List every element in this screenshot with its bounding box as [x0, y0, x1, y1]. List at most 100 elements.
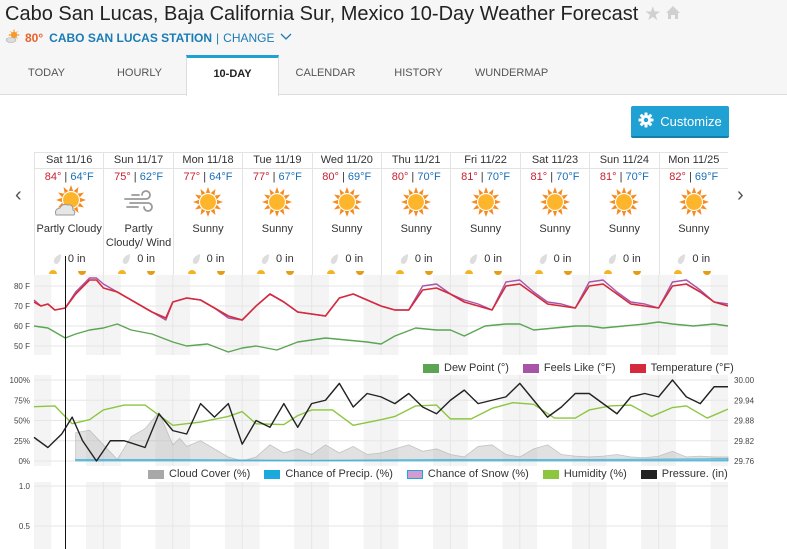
sunrise-sunset-icons — [465, 270, 503, 275]
day-column[interactable]: Fri 11/22 81° | 70°F Sunny 0 in — [450, 153, 520, 276]
day-column[interactable]: Sun 11/17 75° | 62°F Partly Cloudy/ Wind… — [103, 153, 173, 276]
raindrop-icon — [123, 253, 131, 264]
day-column[interactable]: Sat 11/16 84° | 64°F Partly Cloudy 0 in — [34, 153, 104, 276]
day-column[interactable]: Mon 11/18 77° | 64°F Sunny 0 in — [172, 153, 243, 276]
precip-value: 0 in — [137, 253, 155, 265]
sunrise-sunset — [313, 267, 381, 275]
day-column[interactable]: Thu 11/21 80° | 70°F Sunny 0 in — [381, 153, 451, 276]
legend-swatch — [542, 469, 559, 479]
legend-chance-of-snow[interactable]: Chance of Snow (%) — [406, 468, 529, 480]
night-band — [34, 375, 52, 466]
tab-hourly[interactable]: HOURLY — [93, 55, 186, 95]
day-temps: 81° | 70°F — [599, 171, 649, 183]
night-band — [641, 375, 676, 466]
sunrise-sunset — [451, 267, 519, 275]
high-temp: 77° — [183, 171, 201, 183]
sunset-icon — [147, 271, 156, 275]
change-station-link[interactable]: CHANGE — [223, 31, 274, 45]
precip-amount: 0 in — [174, 253, 242, 265]
legend-label: Temperature (°F) — [650, 362, 734, 374]
sunrise-sunset — [35, 267, 103, 275]
night-band — [641, 482, 676, 549]
tab-today[interactable]: TODAY — [0, 55, 93, 95]
chevron-down-icon[interactable] — [280, 32, 292, 44]
next-arrow-icon[interactable]: › — [737, 184, 744, 207]
raindrop-icon — [331, 253, 339, 264]
legend-feels-like[interactable]: Feels Like (°F) — [522, 362, 616, 374]
sunny-icon — [660, 183, 728, 221]
tab-history[interactable]: HISTORY — [372, 55, 465, 95]
night-band — [502, 482, 538, 549]
conditions-chart-bg — [34, 375, 728, 466]
night-band — [363, 275, 399, 355]
high-temp: 81° — [530, 171, 548, 183]
partly-cloudy-icon — [35, 183, 103, 221]
legend-swatch — [148, 469, 164, 479]
high-temp: 81° — [599, 171, 617, 183]
night-band — [571, 482, 607, 549]
precip-value: 0 in — [553, 253, 572, 265]
station-name[interactable]: CABO SAN LUCAS STATION — [49, 31, 212, 45]
legend-label: Dew Point (°) — [444, 362, 509, 374]
condition-text: Partly Cloudy — [36, 223, 102, 235]
precip-amount: 0 in — [35, 253, 103, 265]
sunset-icon — [355, 271, 364, 275]
legend-chance-of-precip[interactable]: Chance of Precip. (%) — [264, 468, 393, 480]
legend-label: Humidity (%) — [563, 468, 627, 480]
precip-amount: 0 in — [382, 253, 450, 265]
current-temp: 80° — [25, 30, 44, 45]
night-band — [155, 275, 191, 355]
condition-text: Sunny — [331, 223, 363, 235]
day-date: Mon 11/25 — [659, 153, 728, 169]
tab-calendar[interactable]: CALENDAR — [279, 55, 372, 95]
legend-temperature[interactable]: Temperature (°F) — [629, 362, 734, 374]
day-date: Sat 11/23 — [520, 153, 590, 169]
sunny-icon — [590, 183, 658, 221]
y-tick-label: 100% — [10, 376, 30, 385]
sunrise-sunset-icons — [673, 270, 711, 275]
legend-pressure[interactable]: Pressure. (in) — [640, 468, 728, 480]
legend-dew-point[interactable]: Dew Point (°) — [423, 362, 509, 374]
night-band — [433, 275, 468, 355]
day-column[interactable]: Tue 11/19 77° | 67°F Sunny 0 in — [242, 153, 312, 276]
y-tick-label: 1.0 — [19, 482, 31, 491]
day-column[interactable]: Mon 11/25 82° | 69°F Sunny 0 in — [658, 153, 728, 276]
legend-humidity[interactable]: Humidity (%) — [542, 468, 627, 480]
customize-button[interactable]: Customize — [631, 106, 729, 138]
precip-amount: 0 in — [590, 253, 658, 265]
day-column[interactable]: Sat 11/23 81° | 70°F Sunny 0 in — [519, 153, 590, 276]
y-tick-label: 75% — [14, 396, 30, 405]
night-band — [433, 482, 468, 549]
star-icon[interactable]: ★ — [644, 4, 661, 25]
raindrop-icon — [53, 253, 61, 264]
low-temp: 70°F — [625, 171, 649, 183]
sunset-icon — [286, 271, 295, 275]
prev-arrow-icon[interactable]: ‹ — [15, 184, 22, 207]
condition-text: Sunny — [608, 223, 640, 235]
condition-text: Sunny — [539, 223, 571, 235]
low-temp: 64°F — [70, 171, 94, 183]
precip-chance-area — [75, 458, 729, 462]
legend-label: Chance of Snow (%) — [427, 468, 529, 480]
tab-wundermap[interactable]: WUNDERMAP — [465, 55, 558, 95]
y-tick-label: 60 F — [14, 322, 30, 331]
home-icon[interactable] — [665, 3, 681, 26]
day-column[interactable]: Sun 11/24 81° | 70°F Sunny 0 in — [589, 153, 659, 276]
day-date: Wed 11/20 — [312, 153, 381, 169]
sunny-icon — [174, 183, 242, 221]
condition-text: Sunny — [261, 223, 293, 235]
legend-swatch — [640, 469, 657, 479]
legend-cloud-cover[interactable]: Cloud Cover (%) — [148, 468, 250, 480]
day-temps: 80° | 69°F — [322, 171, 372, 183]
y-tick-label: 25% — [14, 437, 30, 446]
y2-tick-label: 29.82 — [734, 437, 755, 446]
day-column[interactable]: Wed 11/20 80° | 69°F Sunny 0 in — [311, 153, 381, 276]
feels-like-line — [33, 277, 729, 321]
precip-value: 0 in — [345, 253, 364, 265]
tab-10-day[interactable]: 10-DAY — [186, 55, 279, 96]
precip-value: 0 in — [484, 253, 502, 265]
day-date: Thu 11/21 — [382, 153, 451, 169]
dew-point-line — [33, 321, 729, 353]
condition-text: Sunny — [678, 223, 710, 235]
night-band — [294, 275, 329, 355]
